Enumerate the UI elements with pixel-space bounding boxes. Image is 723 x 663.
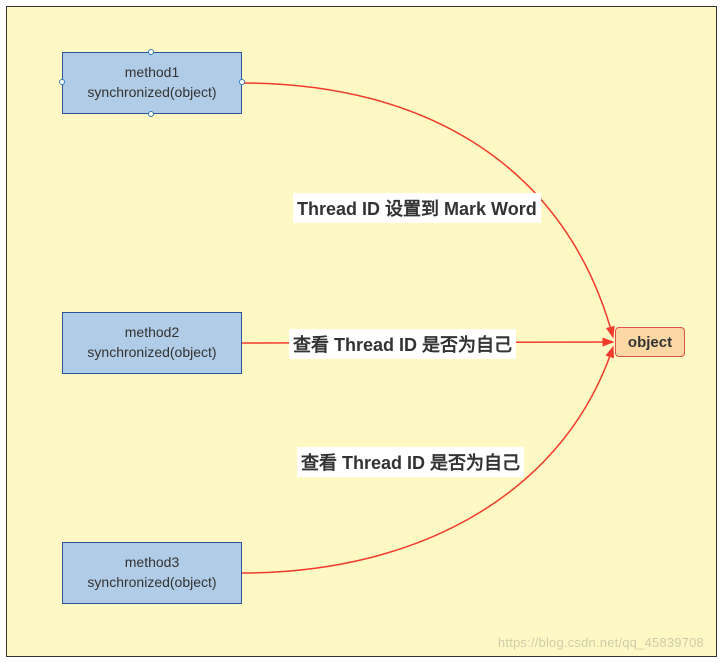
method1-name: method1 [125, 63, 179, 83]
method2-name: method2 [125, 323, 179, 343]
diagram-canvas: method1 synchronized(object) method2 syn… [6, 6, 717, 657]
method2-box[interactable]: method2 synchronized(object) [62, 312, 242, 374]
watermark: https://blog.csdn.net/qq_45839708 [498, 635, 704, 650]
resize-handle-right[interactable] [239, 79, 245, 85]
method3-lock: synchronized(object) [87, 573, 216, 593]
method1-lock: synchronized(object) [87, 83, 216, 103]
edge-label-1: Thread ID 设置到 Mark Word [293, 193, 541, 223]
resize-handle-bottom[interactable] [148, 111, 154, 117]
method1-box[interactable]: method1 synchronized(object) [62, 52, 242, 114]
method3-box[interactable]: method3 synchronized(object) [62, 542, 242, 604]
object-box[interactable]: object [615, 327, 685, 357]
object-label: object [628, 334, 672, 351]
edge-label-2: 查看 Thread ID 是否为自己 [289, 329, 516, 359]
method3-name: method3 [125, 553, 179, 573]
resize-handle-left[interactable] [59, 79, 65, 85]
edge-label-3: 查看 Thread ID 是否为自己 [297, 447, 524, 477]
method2-lock: synchronized(object) [87, 343, 216, 363]
resize-handle-top[interactable] [148, 49, 154, 55]
